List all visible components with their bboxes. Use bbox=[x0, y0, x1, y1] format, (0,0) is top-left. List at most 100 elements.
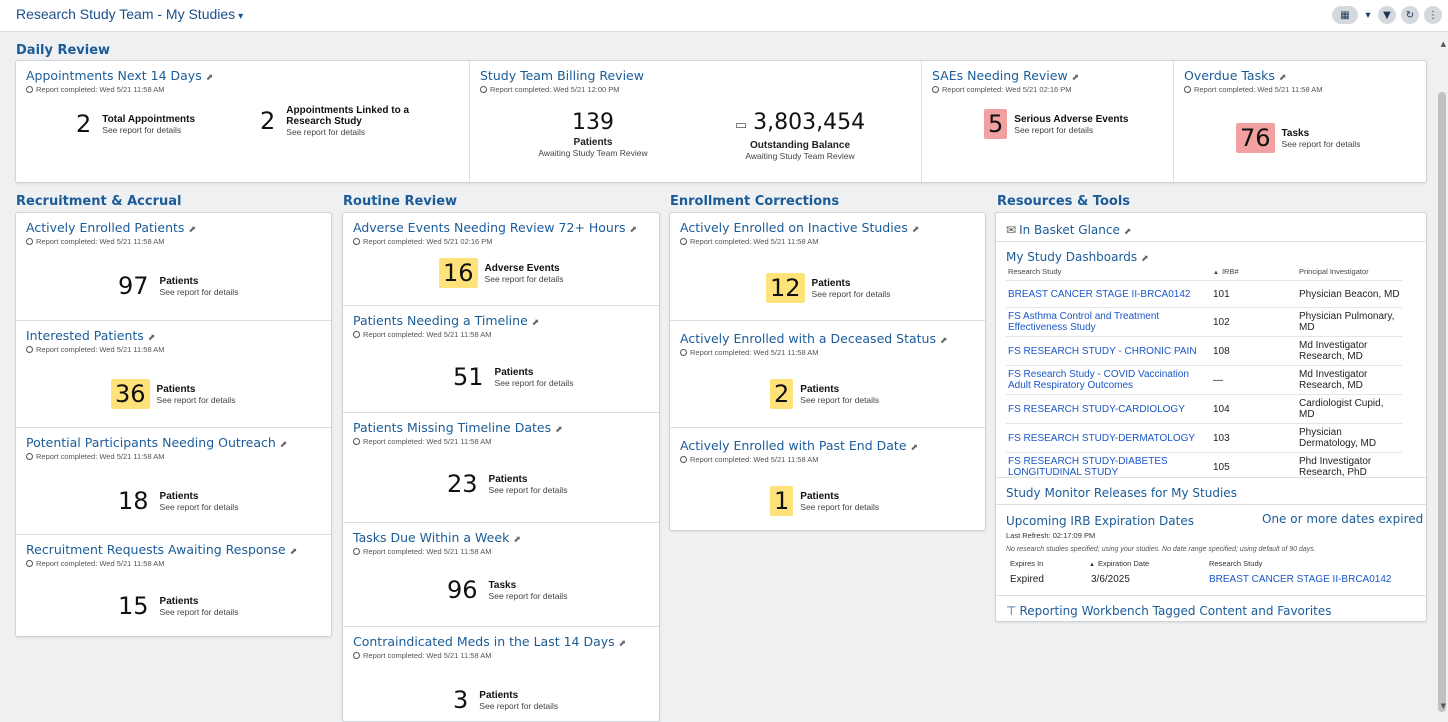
popout-icon[interactable]: ⬈ bbox=[912, 225, 920, 235]
popout-icon[interactable]: ⬈ bbox=[280, 440, 288, 450]
card-title[interactable]: Interested Patients ⬈ bbox=[26, 328, 155, 343]
metric[interactable]: 12 Patients See report for details bbox=[766, 273, 890, 303]
study-link[interactable]: FS RESEARCH STUDY-DERMATOLOGY bbox=[1008, 433, 1195, 444]
metric[interactable]: 97 Patients See report for details bbox=[114, 271, 238, 301]
metric[interactable]: 18 Patients See report for details bbox=[114, 486, 238, 516]
column-header[interactable]: Principal Investigator bbox=[1297, 265, 1402, 281]
card-title[interactable]: Potential Participants Needing Outreach ⬈ bbox=[26, 435, 287, 450]
total-appointments-metric[interactable]: 2 Total Appointments See report for detai… bbox=[72, 109, 195, 139]
overdue-tasks-metric[interactable]: 76 Tasks See report for details bbox=[1236, 123, 1360, 153]
metric[interactable]: 23 Patients See report for details bbox=[443, 469, 567, 499]
card-title[interactable]: Contraindicated Meds in the Last 14 Days… bbox=[353, 634, 626, 649]
metric[interactable]: 1 Patients See report for details bbox=[770, 486, 879, 516]
outstanding-balance-metric[interactable]: ▭ 3,803,454 Outstanding Balance Awaiting … bbox=[700, 109, 900, 161]
needing-timeline-card[interactable]: Patients Needing a Timeline ⬈ Report comp… bbox=[343, 306, 659, 412]
popout-icon[interactable]: ⬈ bbox=[555, 425, 563, 435]
linked-appointments-metric[interactable]: 2 Appointments Linked to a Research Study… bbox=[256, 105, 409, 137]
card-title[interactable]: Patients Needing a Timeline ⬈ bbox=[353, 313, 539, 328]
study-link[interactable]: FS RESEARCH STUDY - CHRONIC PAIN bbox=[1008, 346, 1197, 357]
scroll-up-icon[interactable]: ▲ bbox=[1441, 40, 1446, 48]
column-header[interactable]: ▲ IRB# bbox=[1211, 265, 1297, 281]
study-link[interactable]: FS Research Study - COVID Vaccination Ad… bbox=[1008, 369, 1189, 391]
tasks-due-card[interactable]: Tasks Due Within a Week ⬈ Report complete… bbox=[343, 523, 659, 626]
column-header[interactable]: Research Study bbox=[1006, 265, 1211, 281]
popout-icon[interactable]: ⬈ bbox=[1124, 227, 1132, 237]
column-header[interactable]: Expires In bbox=[1010, 559, 1043, 568]
metric[interactable]: 3 Patients See report for details bbox=[449, 685, 558, 715]
metric[interactable]: 16 Adverse Events See report for details bbox=[439, 258, 563, 288]
irb-expired-alert[interactable]: One or more dates expired bbox=[1262, 512, 1423, 526]
card-title[interactable]: SAEs Needing Review ⬈ bbox=[932, 68, 1079, 83]
study-link[interactable]: FS RESEARCH STUDY-CARDIOLOGY bbox=[1008, 404, 1185, 415]
card-title[interactable]: Actively Enrolled with a Deceased Status… bbox=[680, 331, 948, 346]
irb-expiration-title[interactable]: Upcoming IRB Expiration Dates bbox=[1006, 514, 1194, 528]
popout-icon[interactable]: ⬈ bbox=[1141, 254, 1149, 264]
past-end-date-card[interactable]: Actively Enrolled with Past End Date ⬈ Re… bbox=[670, 428, 985, 530]
metric[interactable]: 36 Patients See report for details bbox=[111, 379, 235, 409]
more-icon[interactable]: ⋮ bbox=[1424, 6, 1442, 24]
overdue-tasks-card[interactable]: Overdue Tasks ⬈ Report completed: Wed 5/2… bbox=[1174, 61, 1426, 182]
column-header[interactable]: Research Study bbox=[1209, 559, 1262, 568]
popout-icon[interactable]: ⬈ bbox=[290, 547, 298, 557]
popout-icon[interactable]: ⬈ bbox=[188, 225, 196, 235]
missing-timeline-dates-card[interactable]: Patients Missing Timeline Dates ⬈ Report … bbox=[343, 413, 659, 523]
card-title[interactable]: Actively Enrolled Patients ⬈ bbox=[26, 220, 196, 235]
popout-icon[interactable]: ⬈ bbox=[1279, 73, 1287, 83]
reporting-workbench-link[interactable]: ⊤ Reporting Workbench Tagged Content and … bbox=[1006, 604, 1332, 618]
in-basket-glance-link[interactable]: ✉ In Basket Glance ⬈ bbox=[1006, 223, 1131, 237]
popout-icon[interactable]: ⬈ bbox=[513, 535, 521, 545]
inactive-studies-card[interactable]: Actively Enrolled on Inactive Studies ⬈ R… bbox=[670, 213, 985, 319]
refresh-icon[interactable]: ↻ bbox=[1401, 6, 1419, 24]
card-title[interactable]: Patients Missing Timeline Dates ⬈ bbox=[353, 420, 563, 435]
card-title[interactable]: Study Team Billing Review bbox=[480, 68, 644, 83]
study-monitor-releases-link[interactable]: Study Monitor Releases for My Studies bbox=[1006, 486, 1237, 500]
clock-icon bbox=[353, 238, 360, 245]
card-title[interactable]: Tasks Due Within a Week ⬈ bbox=[353, 530, 521, 545]
study-link[interactable]: BREAST CANCER STAGE II-BRCA0142 bbox=[1209, 574, 1391, 585]
contraindicated-meds-card[interactable]: Contraindicated Meds in the Last 14 Days… bbox=[343, 627, 659, 721]
appointments-card[interactable]: Appointments Next 14 Days ⬈ Report comple… bbox=[16, 61, 469, 182]
metric-sub: See report for details bbox=[159, 606, 239, 617]
saes-metric[interactable]: 5 Serious Adverse Events See report for d… bbox=[984, 109, 1128, 139]
metric[interactable]: 96 Tasks See report for details bbox=[443, 575, 567, 605]
recruitment-requests-card[interactable]: Recruitment Requests Awaiting Response ⬈ … bbox=[16, 535, 331, 635]
my-study-dashboards-title[interactable]: My Study Dashboards ⬈ bbox=[1006, 250, 1149, 264]
card-title[interactable]: Adverse Events Needing Review 72+ Hours ⬈ bbox=[353, 220, 637, 235]
scrollbar[interactable]: ▲ ▼ bbox=[1436, 34, 1448, 713]
billing-card[interactable]: Study Team Billing Review Report complet… bbox=[470, 61, 921, 182]
popout-icon[interactable]: ⬈ bbox=[619, 639, 627, 649]
column-header[interactable]: ▲ Expiration Date bbox=[1089, 559, 1149, 568]
layout-icon[interactable]: ▦ bbox=[1332, 6, 1358, 24]
popout-icon[interactable]: ⬈ bbox=[148, 333, 156, 343]
study-link[interactable]: BREAST CANCER STAGE II-BRCA0142 bbox=[1008, 289, 1190, 300]
card-title[interactable]: Recruitment Requests Awaiting Response ⬈ bbox=[26, 542, 297, 557]
potential-participants-card[interactable]: Potential Participants Needing Outreach ⬈… bbox=[16, 428, 331, 534]
scroll-down-icon[interactable]: ▼ bbox=[1441, 702, 1446, 710]
actively-enrolled-card[interactable]: Actively Enrolled Patients ⬈ Report compl… bbox=[16, 213, 331, 319]
adverse-events-card[interactable]: Adverse Events Needing Review 72+ Hours ⬈… bbox=[343, 213, 659, 305]
study-link[interactable]: FS Asthma Control and Treatment Effectiv… bbox=[1008, 311, 1159, 333]
filter-icon[interactable]: ▼ bbox=[1378, 6, 1396, 24]
popout-icon[interactable]: ⬈ bbox=[940, 336, 948, 346]
popout-icon[interactable]: ⬈ bbox=[911, 443, 919, 453]
card-title[interactable]: Actively Enrolled with Past End Date ⬈ bbox=[680, 438, 918, 453]
deceased-status-card[interactable]: Actively Enrolled with a Deceased Status… bbox=[670, 321, 985, 427]
popout-icon[interactable]: ⬈ bbox=[1072, 73, 1080, 83]
metric[interactable]: 15 Patients See report for details bbox=[114, 591, 238, 621]
chevron-down-icon[interactable]: ▾ bbox=[1363, 6, 1373, 24]
interested-patients-card[interactable]: Interested Patients ⬈ Report completed: W… bbox=[16, 321, 331, 427]
popout-icon[interactable]: ⬈ bbox=[532, 318, 540, 328]
workspace-title-menu[interactable]: Research Study Team - My Studies ▾ bbox=[16, 6, 243, 22]
study-link[interactable]: FS RESEARCH STUDY-DIABETES LONGITUDINAL … bbox=[1008, 456, 1168, 478]
card-title[interactable]: Actively Enrolled on Inactive Studies ⬈ bbox=[680, 220, 919, 235]
scrollbar-thumb[interactable] bbox=[1438, 92, 1446, 712]
billing-patients-metric[interactable]: 139 Patients Awaiting Study Team Review bbox=[518, 109, 668, 158]
popout-icon[interactable]: ⬈ bbox=[206, 73, 214, 83]
metric[interactable]: 2 Patients See report for details bbox=[770, 379, 879, 409]
popout-icon[interactable]: ⬈ bbox=[629, 225, 637, 235]
card-title[interactable]: Overdue Tasks ⬈ bbox=[1184, 68, 1286, 83]
saes-card[interactable]: SAEs Needing Review ⬈ Report completed: W… bbox=[922, 61, 1173, 182]
clock-icon bbox=[26, 86, 33, 93]
metric[interactable]: 51 Patients See report for details bbox=[449, 362, 573, 392]
card-title[interactable]: Appointments Next 14 Days ⬈ bbox=[26, 68, 213, 83]
